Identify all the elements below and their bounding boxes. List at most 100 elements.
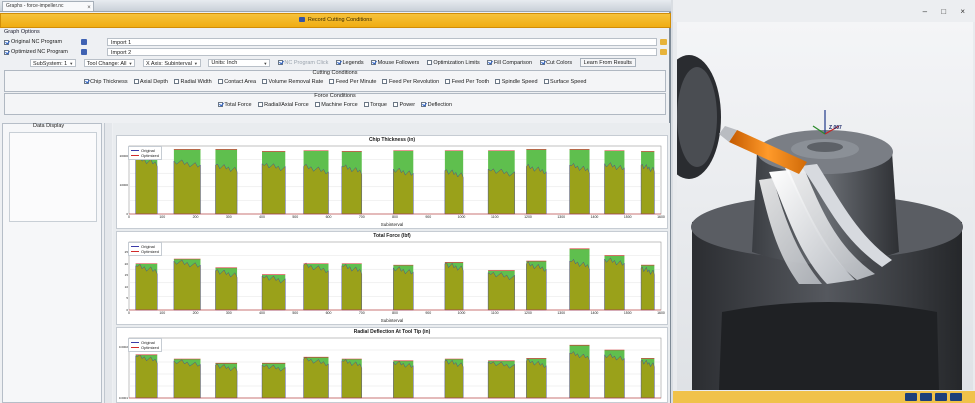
panel-splitter[interactable] — [104, 123, 112, 403]
units-value: Units: Inch — [211, 59, 238, 66]
force-condition-checkbox[interactable] — [421, 102, 427, 107]
original-area — [341, 164, 363, 215]
folder-icon[interactable] — [660, 39, 667, 45]
cutting-condition-checkbox[interactable] — [543, 79, 549, 84]
cutting-condition-option[interactable]: Contact Area — [217, 79, 256, 85]
mouse-followers-option[interactable]: Mouse Followers — [371, 59, 419, 66]
cutting-condition-checkbox[interactable] — [382, 79, 388, 84]
cutting-condition-checkbox[interactable] — [329, 79, 335, 84]
cutting-condition-option[interactable]: Feed Per Revolution — [382, 79, 439, 85]
optimized-nc-field[interactable]: Import 2 — [107, 48, 657, 56]
data-display-panel: Data Display — [2, 123, 102, 403]
force-condition-checkbox[interactable] — [314, 102, 320, 107]
cutting-condition-label: Feed Per Minute — [335, 79, 377, 85]
cutting-condition-checkbox[interactable] — [445, 79, 451, 84]
cutting-condition-label: Feed Per Tooth — [451, 79, 490, 85]
graphs-window: Graphs - force-impeller.nc × Record Cutt… — [0, 0, 671, 403]
x-tick-label: 1100 — [490, 215, 499, 219]
original-area — [135, 263, 158, 311]
cutting-condition-option[interactable]: Spindle Speed — [495, 79, 538, 85]
optimization-limits-option[interactable]: Optimization Limits — [426, 59, 480, 66]
original-area — [393, 360, 414, 399]
cutting-condition-option[interactable]: Feed Per Minute — [329, 79, 376, 85]
window-controls[interactable]: – □ × — [923, 7, 971, 16]
view-tool-icon[interactable] — [920, 393, 932, 401]
nc-program-click-option[interactable]: NC Program Click — [277, 59, 328, 66]
x-axis-label: Subinterval — [380, 222, 404, 227]
cutting-condition-checkbox[interactable] — [133, 79, 139, 84]
legend-item-optimized: Optimized — [131, 249, 159, 254]
cutting-condition-option[interactable]: Feed Per Tooth — [445, 79, 489, 85]
cutting-condition-label: Volume Removal Rate — [268, 79, 324, 85]
record-icon — [298, 17, 305, 22]
cutting-condition-option[interactable]: Axial Depth — [133, 79, 168, 85]
legend-swatch — [131, 155, 139, 157]
cutting-condition-checkbox[interactable] — [495, 79, 501, 84]
legends-checkbox[interactable] — [335, 59, 341, 65]
y-tick-label: 0 — [126, 212, 128, 216]
fill-comparison-option[interactable]: Fill Comparison — [487, 59, 532, 66]
subsystem-select[interactable]: SubSystem: 1 ▼ — [30, 58, 77, 67]
mouse-followers-checkbox[interactable] — [371, 59, 377, 65]
force-condition-option[interactable]: Total Force — [217, 102, 252, 108]
chevron-down-icon: ▼ — [128, 60, 133, 66]
units-select[interactable]: Units: Inch ▼ — [208, 58, 271, 67]
original-nc-field[interactable]: Import 1 — [107, 38, 657, 46]
cutting-condition-checkbox[interactable] — [217, 79, 223, 84]
tool-change-select[interactable]: Tool Change: All ▼ — [83, 58, 136, 67]
force-condition-checkbox[interactable] — [217, 102, 223, 107]
record-cutting-conditions-button[interactable]: Record Cutting Conditions — [298, 14, 372, 23]
cutting-condition-option[interactable]: Chip Thickness — [83, 79, 128, 85]
original-nc-checkbox[interactable] — [4, 40, 9, 45]
cutting-condition-checkbox[interactable] — [83, 79, 89, 84]
3d-viewport[interactable]: – □ × Z 007 — [657, 0, 975, 403]
force-condition-option[interactable]: Torque — [363, 102, 387, 108]
cut-colors-option[interactable]: Cut Colors — [539, 59, 572, 66]
cutting-condition-option[interactable]: Volume Removal Rate — [262, 79, 323, 85]
cutting-condition-checkbox[interactable] — [262, 79, 268, 84]
impeller-model[interactable]: Z 007 — [657, 22, 973, 390]
force-condition-option[interactable]: Radial/Axial Force — [257, 102, 309, 108]
force-condition-checkbox[interactable] — [257, 102, 263, 107]
record-toolbar: Record Cutting Conditions — [0, 13, 671, 28]
impeller-render — [657, 22, 973, 390]
force-conditions-title: Force Conditions — [314, 93, 356, 99]
force-condition-option[interactable]: Deflection — [421, 102, 452, 108]
original-area — [215, 364, 238, 399]
save-icon[interactable] — [81, 39, 87, 45]
legends-option[interactable]: Legends — [335, 59, 364, 66]
close-tab-button[interactable]: × — [85, 4, 93, 12]
document-tab[interactable]: Graphs - force-impeller.nc × — [2, 1, 94, 11]
folder-icon[interactable] — [660, 49, 667, 55]
x-axis-select[interactable]: X Axis: Subinterval ▼ — [143, 58, 201, 67]
x-tick-label: 1200 — [524, 215, 532, 219]
learn-from-results-button[interactable]: Learn From Results — [579, 58, 636, 67]
original-area — [173, 159, 201, 215]
cut-colors-checkbox[interactable] — [539, 59, 545, 65]
force-condition-checkbox[interactable] — [363, 102, 369, 107]
x-tick-label: 300 — [225, 311, 232, 315]
force-condition-checkbox[interactable] — [392, 102, 398, 107]
force-condition-option[interactable]: Machine Force — [314, 102, 358, 108]
view-tool-icon[interactable] — [950, 393, 962, 401]
legend-swatch — [131, 347, 139, 349]
cutting-condition-label: Spindle Speed — [501, 79, 538, 85]
original-area — [444, 262, 464, 311]
x-tick-label: 500 — [292, 215, 299, 219]
fill-comparison-checkbox[interactable] — [487, 59, 493, 65]
force-condition-option[interactable]: Power — [392, 102, 415, 108]
view-tool-icon[interactable] — [905, 393, 917, 401]
cutting-condition-option[interactable]: Surface Speed — [543, 79, 586, 85]
optimization-limits-checkbox[interactable] — [426, 59, 432, 65]
view-tool-icon[interactable] — [935, 393, 947, 401]
save-icon[interactable] — [81, 49, 87, 55]
original-area — [569, 351, 590, 399]
optimized-nc-checkbox[interactable] — [4, 50, 9, 55]
x-tick-label: 800 — [392, 311, 398, 315]
nc-program-click-checkbox[interactable] — [277, 59, 283, 65]
x-tick-label: 1600 — [657, 311, 665, 315]
cutting-condition-option[interactable]: Radial Width — [173, 79, 212, 85]
cutting-condition-checkbox[interactable] — [173, 79, 179, 84]
x-tick-label: 1400 — [590, 215, 599, 219]
y-tick-label: 20000 — [119, 154, 128, 159]
